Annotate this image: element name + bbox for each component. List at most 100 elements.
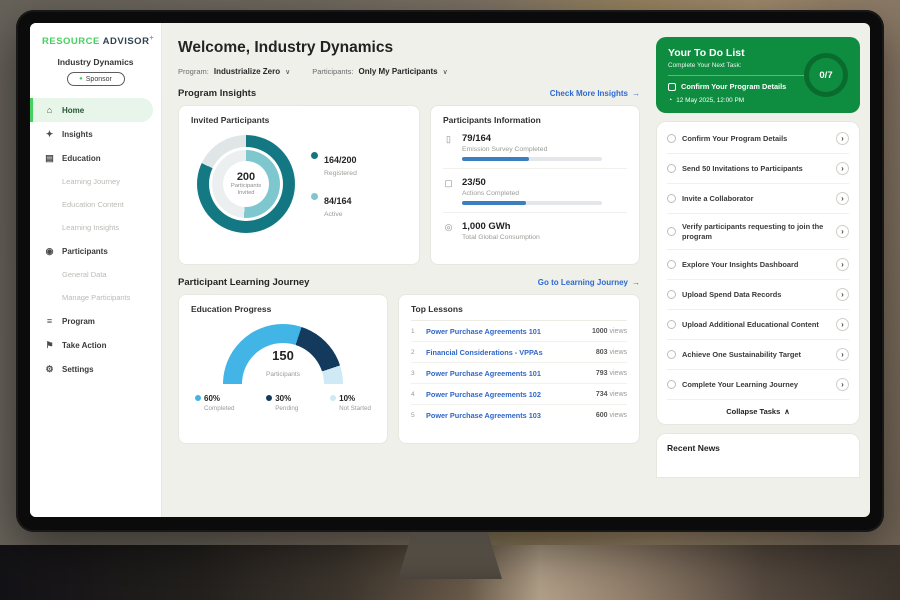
chevron-right-icon[interactable]: ›	[836, 162, 849, 175]
lesson-title-link[interactable]: Power Purchase Agreements 102	[426, 390, 589, 399]
sidebar-item-label: Take Action	[62, 341, 106, 350]
legend-value: 10%	[339, 394, 355, 403]
chevron-right-icon[interactable]: ›	[836, 288, 849, 301]
card-title: Participants Information	[443, 115, 627, 125]
sidebar-item-settings[interactable]: ⚙ Settings	[30, 357, 161, 381]
go-to-learning-journey-link[interactable]: Go to Learning Journey →	[538, 278, 640, 287]
task-row[interactable]: Verify participants requesting to join t…	[667, 214, 849, 250]
education-legend: 60% Completed 30% Pending 10% Not Starte…	[191, 394, 375, 412]
task-radio[interactable]	[667, 290, 676, 299]
recent-news-card: Recent News	[656, 433, 860, 478]
due-date-label: 12 May 2025, 12:00 PM	[676, 97, 744, 104]
info-row: ▢ 23/50 Actions Completed	[443, 169, 627, 213]
task-radio[interactable]	[667, 227, 676, 236]
lesson-row[interactable]: 2 Financial Considerations - VPPAs 803 v…	[411, 342, 627, 363]
education-icon: ▤	[44, 153, 55, 164]
home-icon: ⌂	[44, 105, 55, 115]
chevron-right-icon[interactable]: ›	[836, 132, 849, 145]
chevron-right-icon[interactable]: ›	[836, 225, 849, 238]
task-row[interactable]: Explore Your Insights Dashboard ›	[667, 250, 849, 280]
journey-cards-row: Education Progress 150 Participants 60	[178, 294, 640, 444]
lesson-row[interactable]: 5 Power Purchase Agreements 103 600 view…	[411, 405, 627, 425]
legend-label: Pending	[275, 405, 298, 412]
task-row[interactable]: Achieve One Sustainability Target ›	[667, 340, 849, 370]
task-row[interactable]: Invite a Collaborator ›	[667, 184, 849, 214]
task-row[interactable]: Confirm Your Program Details ›	[667, 124, 849, 154]
participants-filter[interactable]: Participants: Only My Participants ∨	[312, 67, 448, 76]
task-radio[interactable]	[667, 194, 676, 203]
lesson-row[interactable]: 1 Power Purchase Agreements 101 1000 vie…	[411, 321, 627, 342]
task-checkbox[interactable]	[668, 83, 676, 91]
task-radio[interactable]	[667, 134, 676, 143]
actions-progress-bar	[462, 201, 602, 205]
task-radio[interactable]	[667, 164, 676, 173]
legend-item: 84/164 Active	[311, 191, 357, 218]
sidebar-item-general-data[interactable]: General Data	[30, 263, 161, 286]
sidebar-item-insights[interactable]: ✦ Insights	[30, 122, 161, 146]
task-radio[interactable]	[667, 380, 676, 389]
sidebar-item-home[interactable]: ⌂ Home	[30, 98, 153, 122]
insights-icon: ✦	[44, 129, 55, 140]
info-value: 1,000 GWh	[462, 221, 540, 232]
program-filter[interactable]: Program: Industrialize Zero ∨	[178, 67, 290, 76]
clock-icon: ◔	[668, 97, 672, 104]
task-row[interactable]: Send 50 Invitations to Participants ›	[667, 154, 849, 184]
legend-item: 60% Completed	[195, 394, 234, 412]
task-label: Achieve One Sustainability Target	[682, 350, 830, 360]
active-dot-icon	[311, 193, 318, 200]
lesson-title-link[interactable]: Financial Considerations - VPPAs	[426, 348, 589, 357]
sidebar-item-take-action[interactable]: ⚑ Take Action	[30, 333, 161, 357]
task-row[interactable]: Upload Additional Educational Content ›	[667, 310, 849, 340]
consumption-icon: ◎	[443, 222, 454, 241]
legend-value: 30%	[275, 394, 291, 403]
card-title: Top Lessons	[411, 304, 627, 321]
sidebar-item-manage-participants[interactable]: Manage Participants	[30, 286, 161, 309]
chevron-right-icon[interactable]: ›	[836, 258, 849, 271]
collapse-tasks-button[interactable]: Collapse Tasks ∧	[667, 400, 849, 422]
participants-icon: ◉	[44, 246, 55, 257]
chevron-right-icon[interactable]: ›	[836, 318, 849, 331]
sponsor-badge[interactable]: ● Sponsor	[67, 72, 125, 86]
due-date-row: ◔ 12 May 2025, 12:00 PM	[668, 97, 848, 104]
sponsor-badge-label: Sponsor	[86, 76, 112, 83]
sidebar-item-participants[interactable]: ◉ Participants	[30, 239, 161, 263]
legend-item: 10% Not Started	[330, 394, 371, 412]
chevron-right-icon[interactable]: ›	[836, 378, 849, 391]
chevron-right-icon[interactable]: ›	[836, 348, 849, 361]
lesson-rank: 2	[411, 349, 419, 356]
task-label: Invite a Collaborator	[682, 194, 830, 204]
brand-primary: RESOURCE	[42, 36, 100, 47]
emission-progress-bar	[462, 157, 602, 161]
lesson-row[interactable]: 3 Power Purchase Agreements 101 793 view…	[411, 363, 627, 384]
chevron-up-icon: ∧	[784, 407, 790, 416]
check-more-insights-link[interactable]: Check More Insights →	[550, 89, 640, 98]
sidebar-item-education[interactable]: ▤ Education	[30, 146, 161, 170]
link-label: Go to Learning Journey	[538, 278, 628, 287]
task-row[interactable]: Upload Spend Data Records ›	[667, 280, 849, 310]
next-task-row[interactable]: Confirm Your Program Details	[668, 82, 818, 91]
chevron-right-icon[interactable]: ›	[836, 192, 849, 205]
sidebar-item-education-content[interactable]: Education Content	[30, 193, 161, 216]
take-action-icon: ⚑	[44, 340, 55, 351]
todo-progress-ring: 0/7	[804, 53, 848, 97]
lesson-views-unit: views	[608, 328, 627, 335]
lesson-views: 600	[596, 412, 608, 419]
task-radio[interactable]	[667, 350, 676, 359]
task-radio[interactable]	[667, 320, 676, 329]
recent-news-title: Recent News	[667, 443, 720, 453]
task-row[interactable]: Complete Your Learning Journey ›	[667, 370, 849, 400]
task-radio[interactable]	[667, 260, 676, 269]
task-list-card: Confirm Your Program Details › Send 50 I…	[656, 121, 860, 425]
lesson-title-link[interactable]: Power Purchase Agreements 103	[426, 411, 589, 420]
lesson-title-link[interactable]: Power Purchase Agreements 101	[426, 369, 589, 378]
program-filter-label: Program:	[178, 67, 209, 76]
sidebar-item-learning-journey[interactable]: Learning Journey	[30, 170, 161, 193]
lesson-row[interactable]: 4 Power Purchase Agreements 102 734 view…	[411, 384, 627, 405]
survey-icon: ▯	[443, 134, 454, 161]
lesson-title-link[interactable]: Power Purchase Agreements 101	[426, 327, 585, 336]
lesson-views: 734	[596, 391, 608, 398]
invited-body: 200 Participants Invited 164/200 Registe	[191, 135, 407, 233]
sidebar-item-learning-insights[interactable]: Learning Insights	[30, 216, 161, 239]
section-title: Program Insights	[178, 88, 256, 99]
sidebar-item-program[interactable]: ≡ Program	[30, 309, 161, 333]
